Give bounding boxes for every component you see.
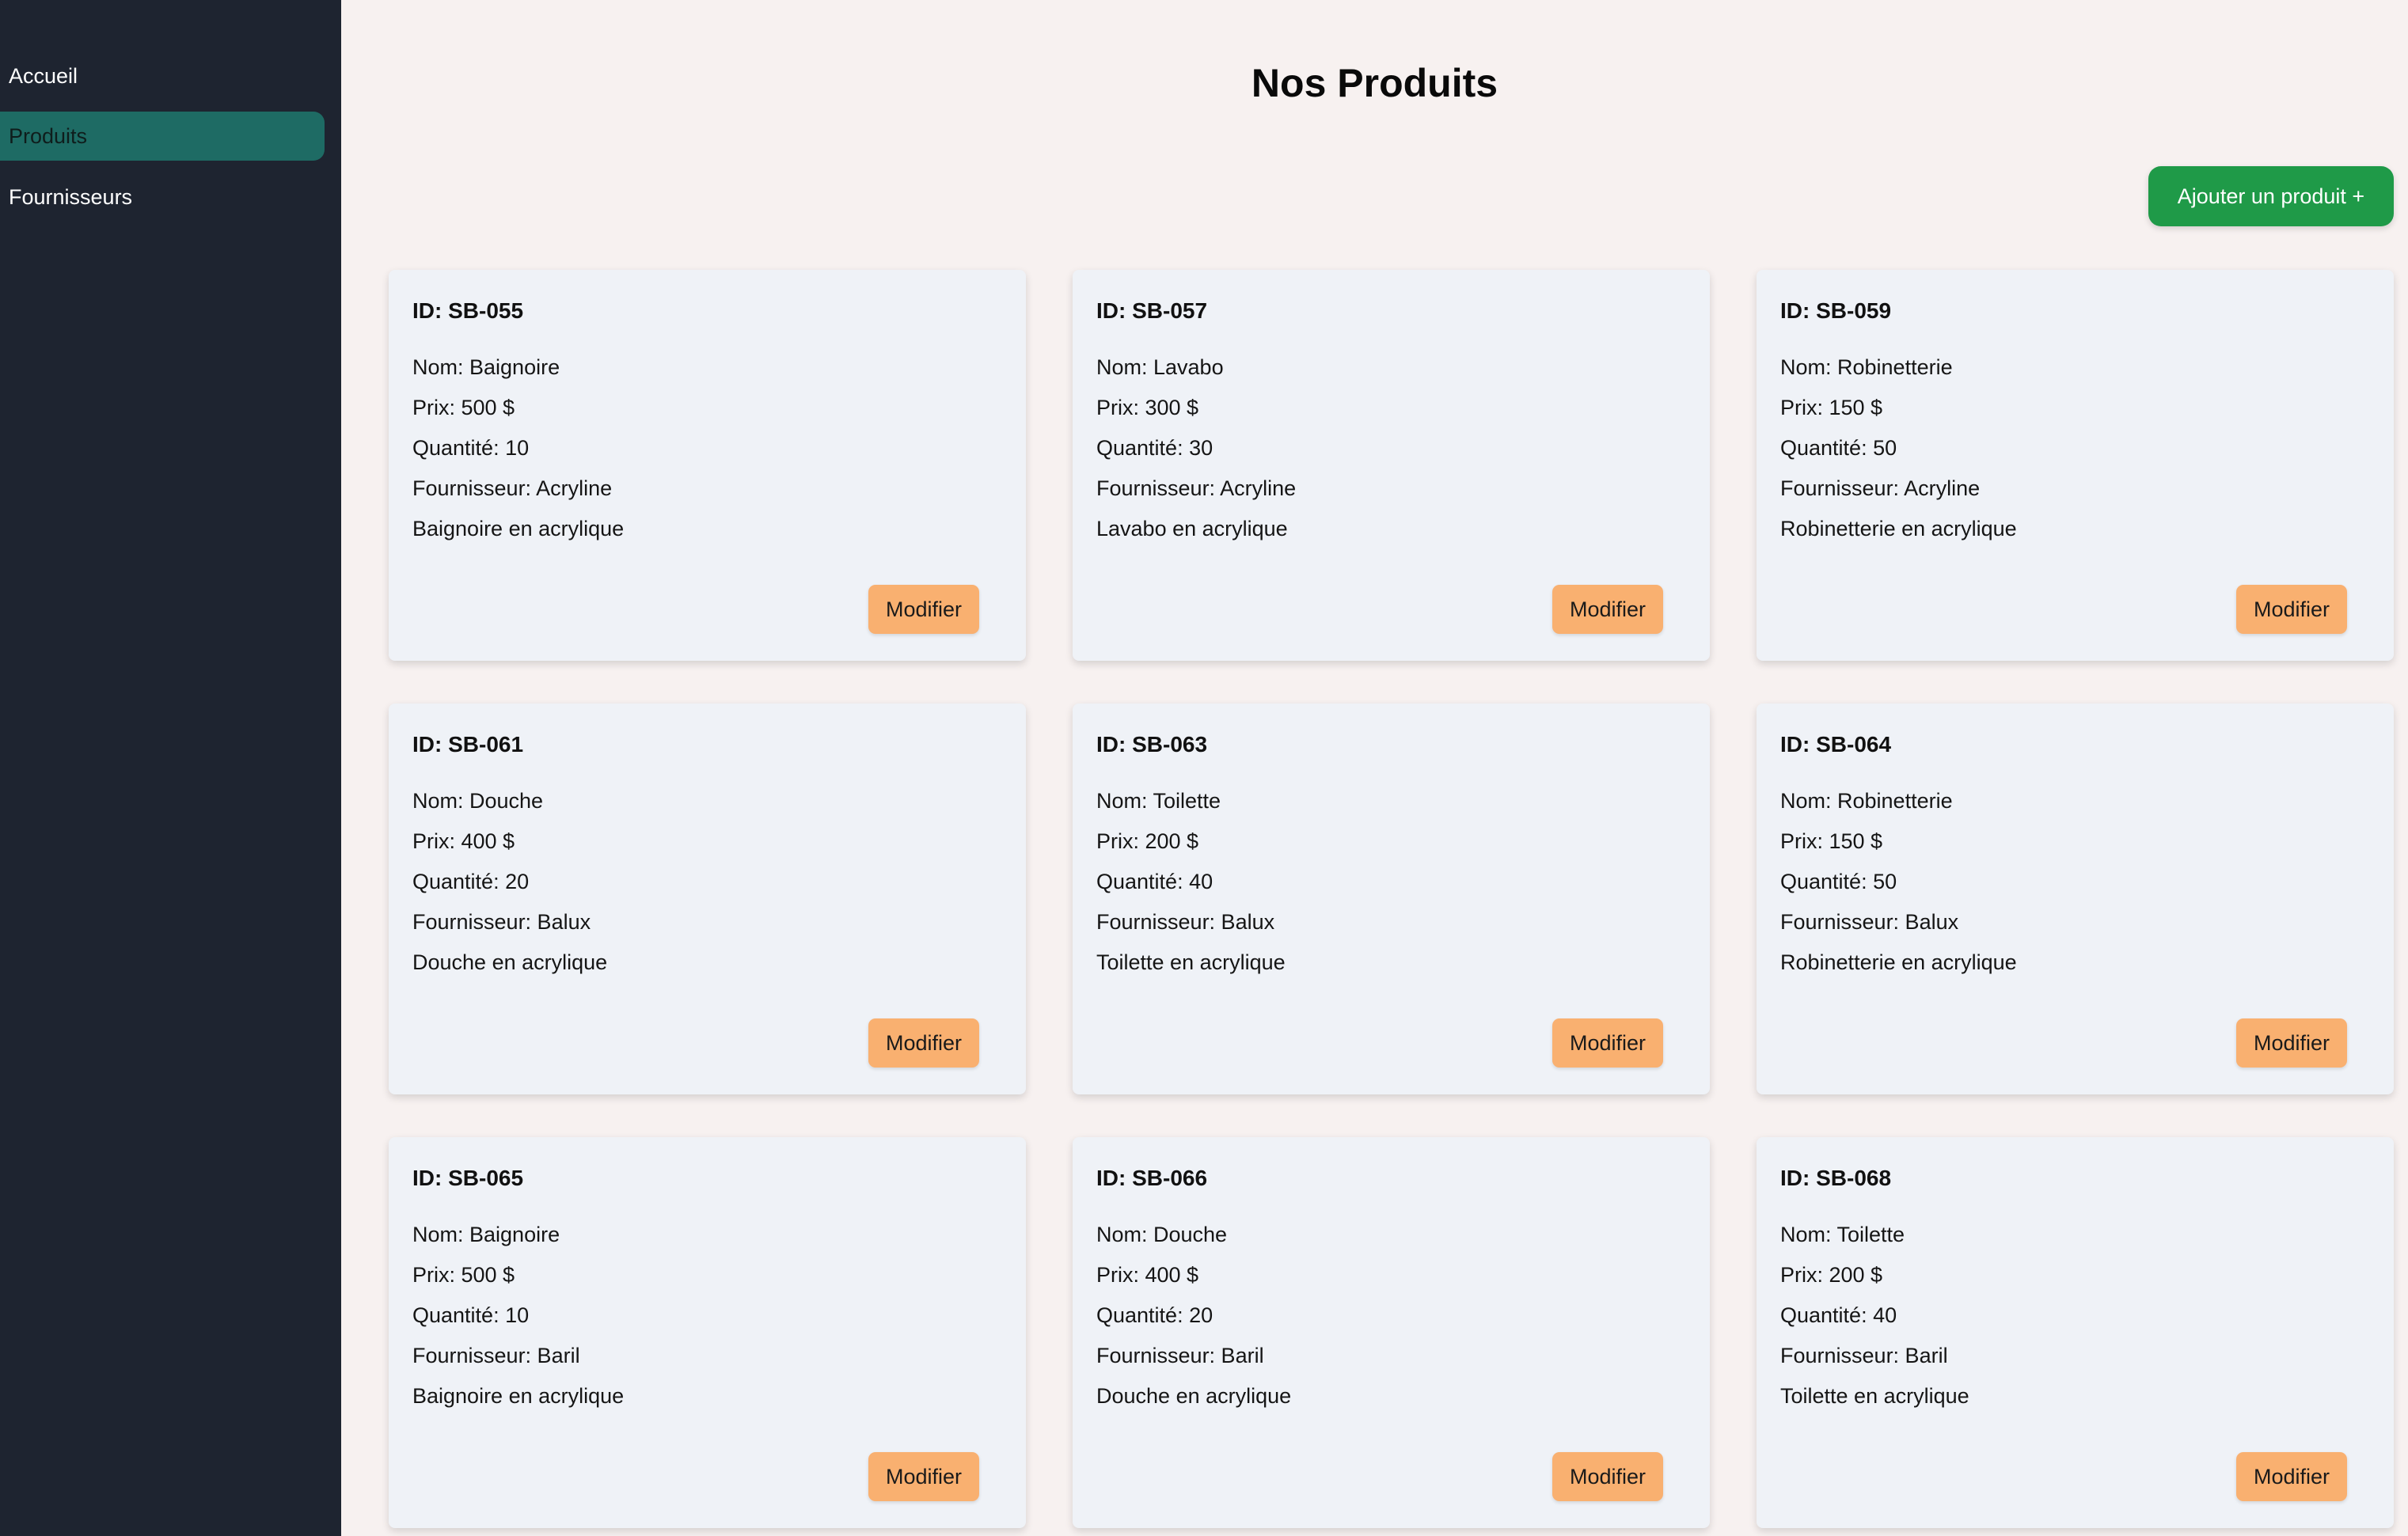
product-name: Nom: Baignoire	[412, 355, 560, 379]
page-title: Nos Produits	[1251, 61, 1498, 105]
product-supplier: Fournisseur: Balux	[1096, 910, 1275, 934]
product-supplier: Fournisseur: Acryline	[412, 476, 613, 500]
product-supplier: Fournisseur: Acryline	[1780, 476, 1981, 500]
product-quantity: Quantité: 20	[412, 870, 530, 893]
product-name: Nom: Robinetterie	[1780, 789, 1953, 813]
product-supplier: Fournisseur: Balux	[412, 910, 591, 934]
product-description: Toilette en acrylique	[1780, 1384, 1969, 1408]
sidebar-item-fournisseurs[interactable]: Fournisseurs	[0, 173, 325, 222]
product-id: ID: SB-068	[1780, 1166, 1892, 1190]
product-card: ID: SB-061 Nom: Douche Prix: 400 $ Quant…	[389, 704, 1026, 1094]
product-card: ID: SB-065 Nom: Baignoire Prix: 500 $ Qu…	[389, 1137, 1026, 1528]
product-description: Robinetterie en acrylique	[1780, 517, 2017, 540]
product-name: Nom: Baignoire	[412, 1223, 560, 1246]
product-supplier: Fournisseur: Balux	[1780, 910, 1959, 934]
product-quantity: Quantité: 10	[412, 1303, 530, 1327]
product-quantity: Quantité: 50	[1780, 436, 1897, 460]
product-price: Prix: 200 $	[1096, 829, 1199, 853]
product-description: Baignoire en acrylique	[412, 517, 625, 540]
add-product-button[interactable]: Ajouter un produit +	[2148, 166, 2394, 226]
product-description: Douche en acrylique	[412, 950, 608, 974]
product-id: ID: SB-064	[1780, 732, 1892, 757]
product-supplier: Fournisseur: Baril	[412, 1344, 580, 1367]
product-quantity: Quantité: 50	[1780, 870, 1897, 893]
product-id: ID: SB-065	[412, 1166, 524, 1190]
product-card: ID: SB-064 Nom: Robinetterie Prix: 150 $…	[1757, 704, 2394, 1094]
product-card: ID: SB-063 Nom: Toilette Prix: 200 $ Qua…	[1073, 704, 1710, 1094]
product-price: Prix: 300 $	[1096, 396, 1199, 419]
product-name: Nom: Douche	[1096, 1223, 1228, 1246]
edit-product-button[interactable]: Modifier	[1552, 1018, 1663, 1068]
product-quantity: Quantité: 40	[1096, 870, 1213, 893]
edit-product-button[interactable]: Modifier	[2236, 1018, 2347, 1068]
edit-product-button[interactable]: Modifier	[868, 1018, 979, 1068]
product-price: Prix: 150 $	[1780, 829, 1883, 853]
product-id: ID: SB-057	[1096, 298, 1208, 323]
product-price: Prix: 500 $	[412, 396, 515, 419]
product-supplier: Fournisseur: Baril	[1096, 1344, 1264, 1367]
product-quantity: Quantité: 30	[1096, 436, 1213, 460]
product-description: Robinetterie en acrylique	[1780, 950, 2017, 974]
edit-product-button[interactable]: Modifier	[2236, 585, 2347, 634]
product-supplier: Fournisseur: Baril	[1780, 1344, 1948, 1367]
edit-product-button[interactable]: Modifier	[868, 585, 979, 634]
product-id: ID: SB-063	[1096, 732, 1208, 757]
product-price: Prix: 400 $	[1096, 1263, 1199, 1287]
product-price: Prix: 200 $	[1780, 1263, 1883, 1287]
sidebar: Accueil Produits Fournisseurs	[0, 0, 341, 1536]
product-id: ID: SB-061	[412, 732, 524, 757]
product-card: ID: SB-066 Nom: Douche Prix: 400 $ Quant…	[1073, 1137, 1710, 1528]
product-quantity: Quantité: 20	[1096, 1303, 1213, 1327]
product-description: Douche en acrylique	[1096, 1384, 1292, 1408]
sidebar-item-produits[interactable]: Produits	[0, 112, 325, 161]
product-name: Nom: Toilette	[1096, 789, 1221, 813]
product-id: ID: SB-059	[1780, 298, 1892, 323]
product-description: Lavabo en acrylique	[1096, 517, 1288, 540]
edit-product-button[interactable]: Modifier	[1552, 585, 1663, 634]
sidebar-item-accueil[interactable]: Accueil	[0, 51, 325, 101]
product-quantity: Quantité: 40	[1780, 1303, 1897, 1327]
product-description: Baignoire en acrylique	[412, 1384, 625, 1408]
product-grid: ID: SB-055 Nom: Baignoire Prix: 500 $ Qu…	[389, 270, 2394, 1528]
main-content: Nos Produits Ajouter un produit + ID: SB…	[341, 0, 2408, 1536]
product-quantity: Quantité: 10	[412, 436, 530, 460]
product-card: ID: SB-068 Nom: Toilette Prix: 200 $ Qua…	[1757, 1137, 2394, 1528]
product-card: ID: SB-057 Nom: Lavabo Prix: 300 $ Quant…	[1073, 270, 1710, 661]
product-id: ID: SB-055	[412, 298, 524, 323]
product-name: Nom: Toilette	[1780, 1223, 1905, 1246]
product-supplier: Fournisseur: Acryline	[1096, 476, 1297, 500]
product-name: Nom: Robinetterie	[1780, 355, 1953, 379]
product-id: ID: SB-066	[1096, 1166, 1208, 1190]
product-name: Nom: Douche	[412, 789, 544, 813]
edit-product-button[interactable]: Modifier	[2236, 1452, 2347, 1501]
product-description: Toilette en acrylique	[1096, 950, 1286, 974]
product-card: ID: SB-055 Nom: Baignoire Prix: 500 $ Qu…	[389, 270, 1026, 661]
product-price: Prix: 150 $	[1780, 396, 1883, 419]
product-price: Prix: 400 $	[412, 829, 515, 853]
product-name: Nom: Lavabo	[1096, 355, 1224, 379]
product-price: Prix: 500 $	[412, 1263, 515, 1287]
edit-product-button[interactable]: Modifier	[1552, 1452, 1663, 1501]
product-card: ID: SB-059 Nom: Robinetterie Prix: 150 $…	[1757, 270, 2394, 661]
edit-product-button[interactable]: Modifier	[868, 1452, 979, 1501]
